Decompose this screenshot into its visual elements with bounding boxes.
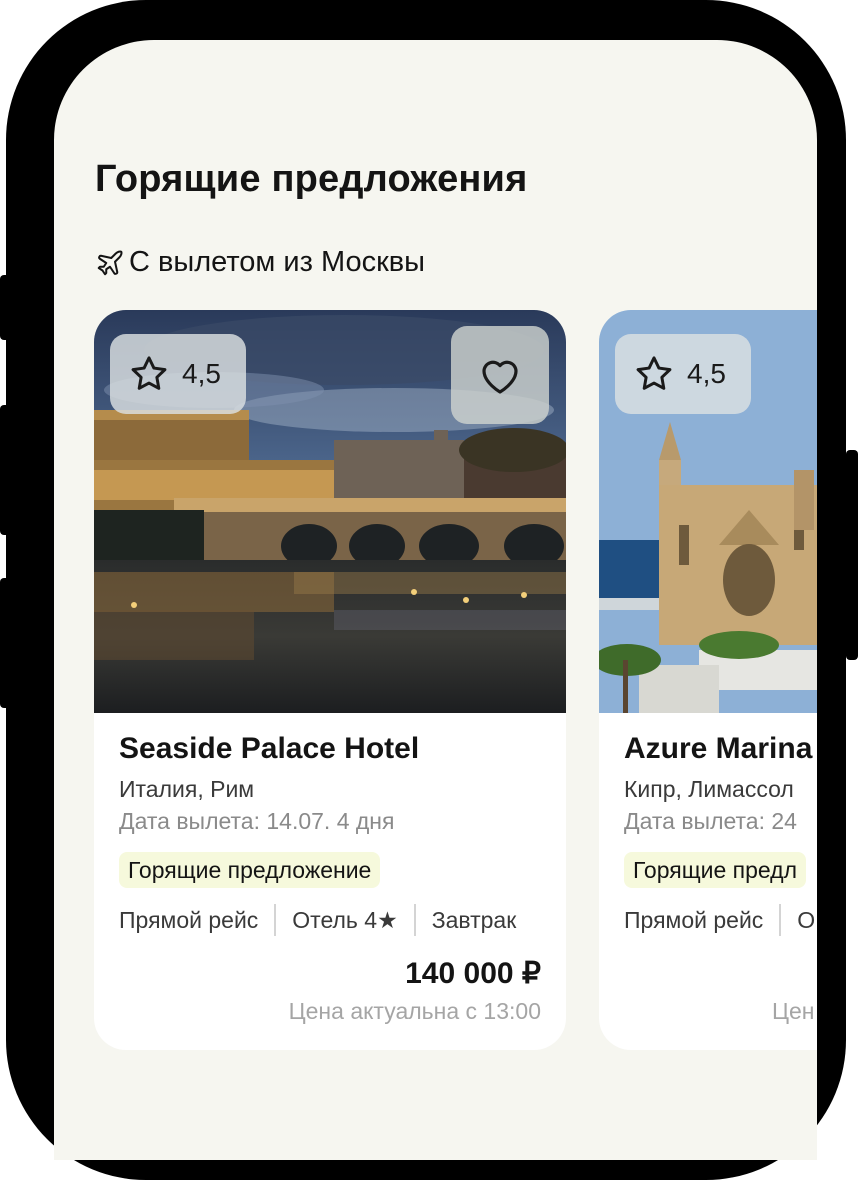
hotel-location: Италия, Рим <box>119 776 255 802</box>
divider <box>274 904 277 936</box>
feature-direct-flight: Прямой рейс <box>119 906 259 933</box>
star-icon <box>636 356 672 390</box>
feature-breakfast: Завтрак <box>431 906 517 933</box>
phone-side-button <box>846 450 858 660</box>
departure-date: Дата вылета: 24 <box>624 808 797 834</box>
divider <box>779 904 782 936</box>
rating-badge: 4,5 <box>615 334 751 414</box>
hot-offer-badge: Горящие предл <box>624 852 807 888</box>
divider <box>413 904 416 936</box>
hotel-photo: 4,5 <box>599 310 817 713</box>
feature-hotel-stars: Отель 4★ <box>292 906 398 933</box>
phone-screen: Горящие предложения С вылетом из Москвы <box>54 40 817 1160</box>
price: 140 000 ₽ <box>405 957 541 990</box>
hot-offer-badge: Горящие предложение <box>119 852 381 888</box>
price-note: Цен <box>772 998 815 1024</box>
features-list: Прямой рейс Отель 4★ Завтрак <box>119 904 516 936</box>
hotel-name: Seaside Palace Hotel <box>119 732 420 765</box>
offer-card[interactable]: 4,5 Seaside Palace Hotel Италия, Рим Дат… <box>94 310 566 1050</box>
hotel-name: Azure Marina <box>624 732 813 765</box>
feature-direct-flight: Прямой рейс <box>624 906 764 933</box>
price-note: Цена актуальна с 13:00 <box>288 998 541 1024</box>
offer-card[interactable]: 4,5 Azure Marina Кипр, Лимассол Дата выл… <box>599 310 817 1050</box>
rating-badge: 4,5 <box>110 334 246 414</box>
rating-value: 4,5 <box>687 358 726 389</box>
airplane-icon <box>97 250 123 275</box>
hotel-photo: 4,5 <box>94 310 566 713</box>
features-list: Прямой рейс О <box>624 904 815 936</box>
star-icon <box>131 356 167 390</box>
favorite-button[interactable] <box>451 326 549 424</box>
heart-icon <box>482 360 518 394</box>
section-title: Горящие предложения <box>95 158 528 200</box>
phone-frame: Горящие предложения С вылетом из Москвы <box>6 0 846 1180</box>
feature-hotel-stars: О <box>797 906 816 933</box>
hotel-location: Кипр, Лимассол <box>624 776 794 802</box>
departure-date: Дата вылета: 14.07. 4 дня <box>119 808 395 834</box>
subtitle-text: С вылетом из Москвы <box>129 246 426 278</box>
rating-value: 4,5 <box>182 358 221 389</box>
section-subtitle: С вылетом из Москвы <box>95 246 425 279</box>
